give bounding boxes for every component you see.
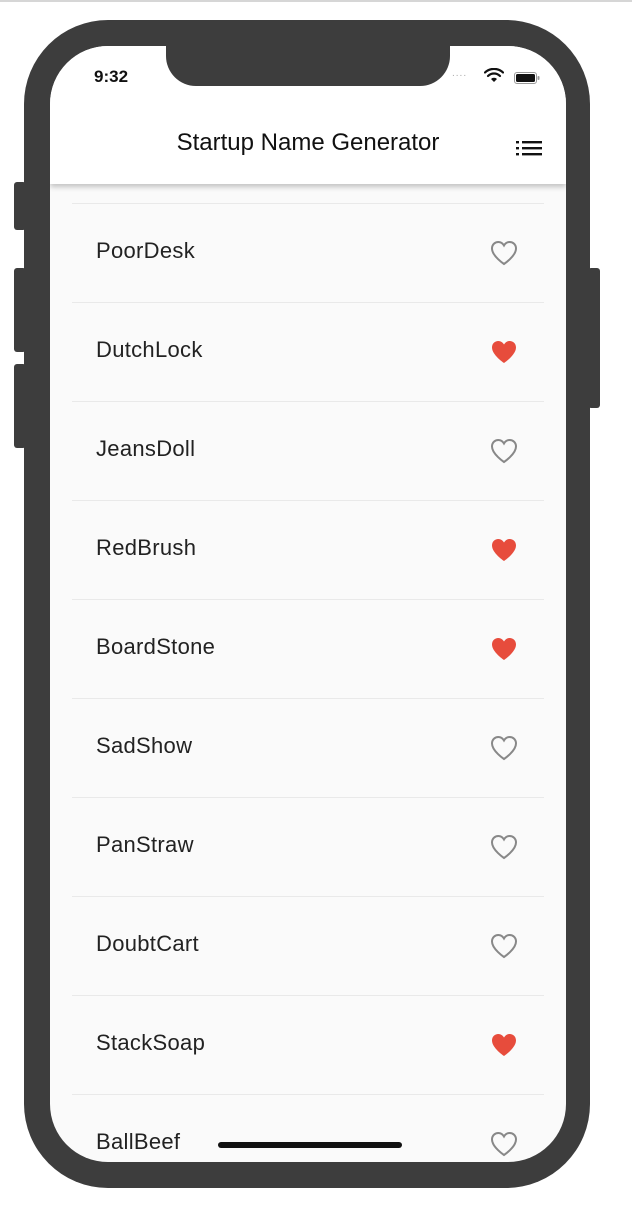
suggestion-name: JeansDoll (96, 436, 196, 461)
volume-up-button (14, 268, 26, 352)
notch (166, 46, 450, 86)
list-item[interactable]: PoorDesk (72, 204, 544, 303)
heart-filled-icon[interactable] (490, 636, 518, 662)
suggestion-name: BoardStone (96, 634, 216, 659)
heart-outline-icon[interactable] (490, 735, 518, 761)
battery-icon (514, 72, 540, 84)
status-time: 9:32 (94, 67, 129, 86)
heart-outline-icon[interactable] (490, 933, 518, 959)
heart-filled-icon[interactable] (490, 339, 518, 365)
top-border (0, 0, 632, 2)
heart-outline-icon[interactable] (490, 240, 518, 266)
suggestion-name: DutchLock (96, 337, 203, 362)
list-item[interactable]: StackSoap (72, 996, 544, 1095)
suggestion-name: SadShow (96, 733, 193, 758)
list-item[interactable]: PanStraw (72, 798, 544, 897)
suggestion-name: PanStraw (96, 832, 194, 857)
heart-outline-icon[interactable] (490, 834, 518, 860)
app-title: Startup Name Generator (176, 129, 440, 156)
wifi-icon (484, 68, 504, 82)
power-button (588, 268, 600, 408)
suggestion-name: PoorDesk (96, 238, 195, 263)
list-item[interactable]: BallBeef (72, 1095, 544, 1162)
heart-outline-icon[interactable] (490, 1131, 518, 1157)
heart-filled-icon[interactable] (490, 1032, 518, 1058)
list-icon[interactable] (516, 139, 542, 157)
volume-down-button (14, 364, 26, 448)
suggestions-list: PoorDesk DutchLock JeansDoll RedBrush BoardS… (50, 184, 566, 1162)
list-item[interactable]: DutchLock (72, 303, 544, 402)
home-indicator (218, 1142, 402, 1148)
list-item[interactable]: RedBrush (72, 501, 544, 600)
suggestion-name: DoubtCart (96, 931, 199, 956)
suggestion-name: RedBrush (96, 535, 197, 560)
mute-switch (14, 182, 26, 230)
phone-screen: 9:32 .... Startup Name Generator PoorDes… (50, 46, 566, 1162)
heart-outline-icon[interactable] (490, 438, 518, 464)
list-item[interactable]: SadShow (72, 699, 544, 798)
heart-filled-icon[interactable] (490, 537, 518, 563)
suggestion-name: StackSoap (96, 1030, 206, 1055)
list-item[interactable]: BoardStone (72, 600, 544, 699)
signal-icon: .... (452, 68, 468, 79)
list-item[interactable]: DoubtCart (72, 897, 544, 996)
suggestion-name: BallBeef (96, 1129, 181, 1154)
list-item[interactable]: JeansDoll (72, 402, 544, 501)
